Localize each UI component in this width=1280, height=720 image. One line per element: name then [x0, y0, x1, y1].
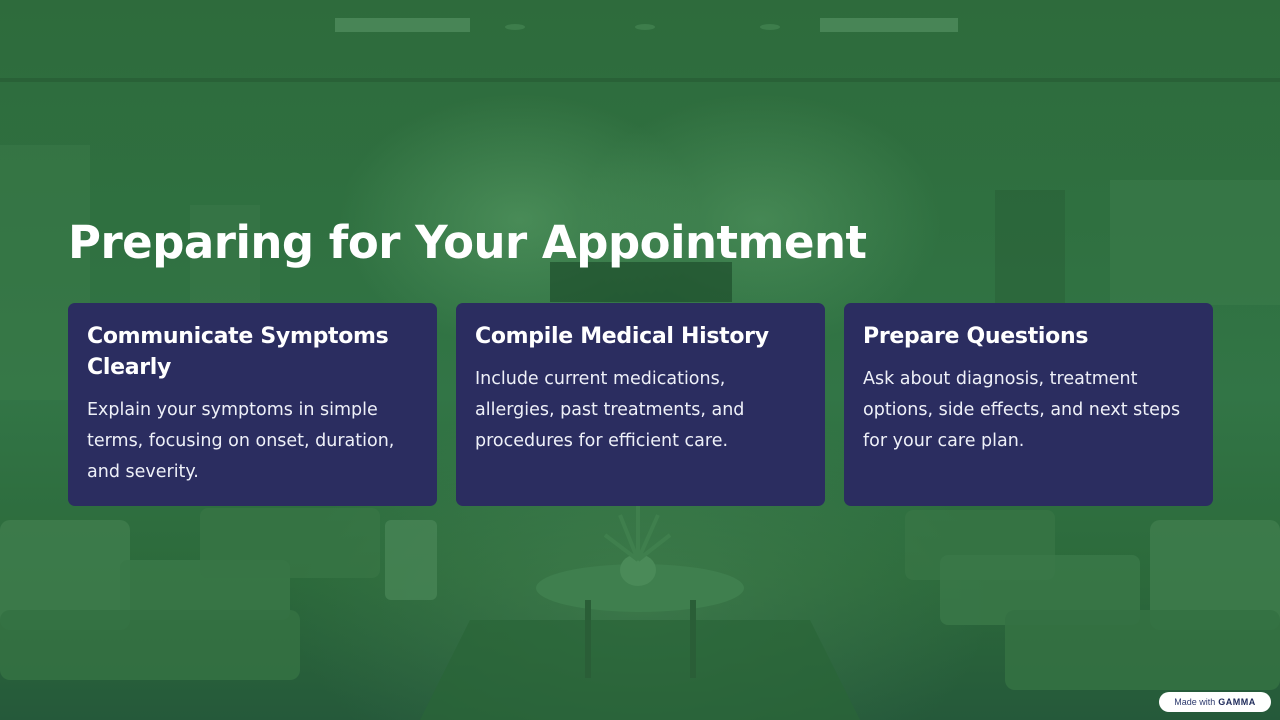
card-text: Ask about diagnosis, treatment options, …: [863, 369, 1181, 451]
card-text: Include current medications, allergies, …: [475, 369, 745, 451]
card-compile-medical-history: Compile Medical History Include current …: [456, 303, 825, 506]
card-title: Compile Medical History: [475, 324, 769, 349]
card-communicate-symptoms: Communicate Symptoms Clearly Explain you…: [68, 303, 437, 506]
made-with-gamma-badge[interactable]: Made with GAMMA: [1159, 692, 1271, 712]
card-text: Explain your symptoms in simple terms, f…: [87, 400, 395, 482]
badge-prefix: Made with: [1174, 697, 1216, 707]
gamma-logo-text: GAMMA: [1218, 697, 1256, 707]
card-prepare-questions: Prepare Questions Ask about diagnosis, t…: [844, 303, 1213, 506]
card-title: Communicate Symptoms Clearly: [87, 324, 389, 380]
card-title: Prepare Questions: [863, 324, 1089, 349]
page-title: Preparing for Your Appointment: [68, 216, 867, 269]
